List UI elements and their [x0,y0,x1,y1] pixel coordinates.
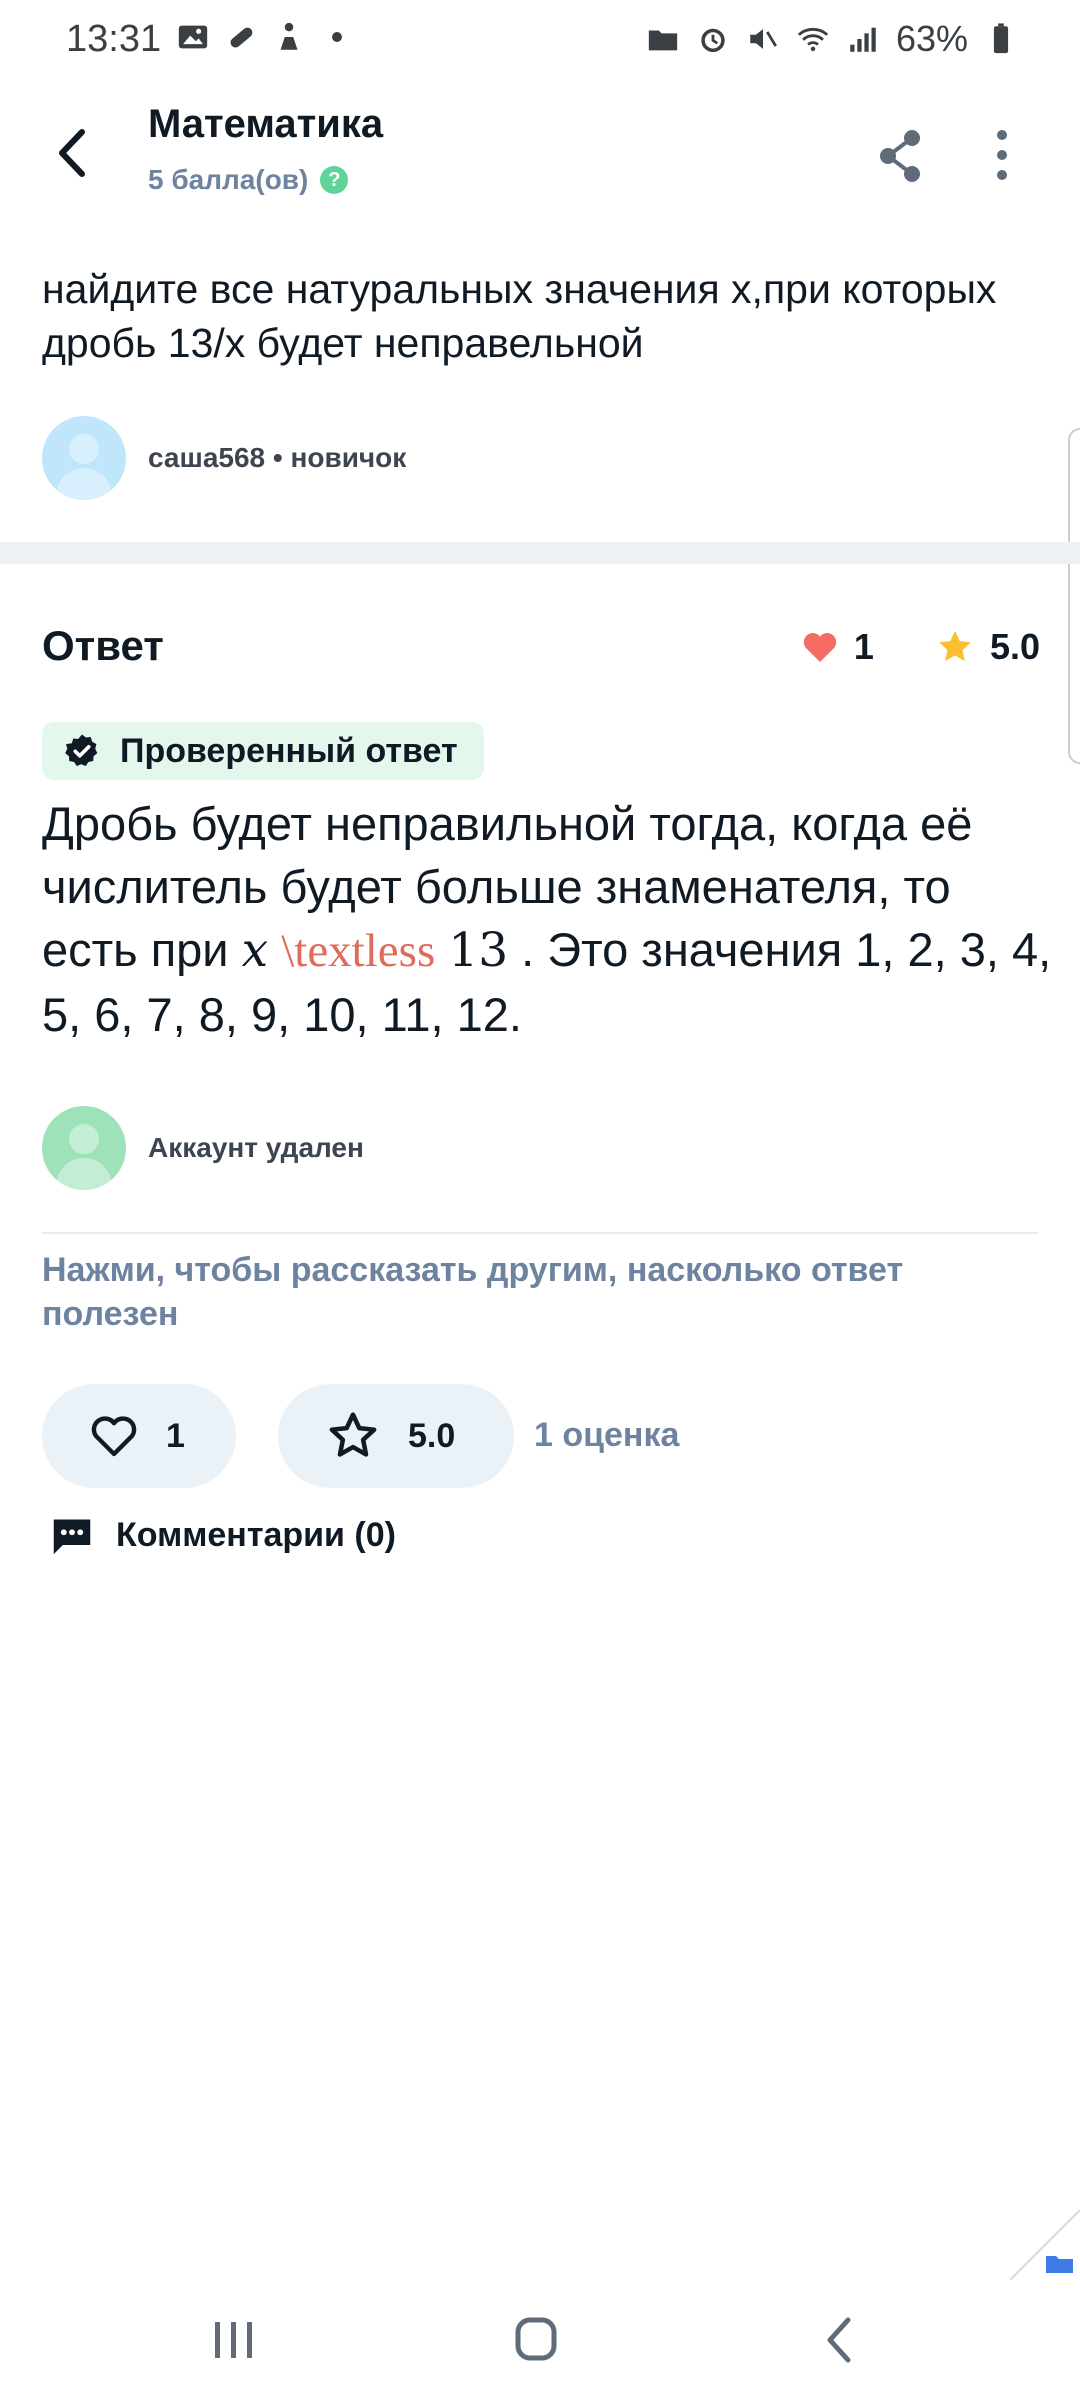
question-author[interactable]: саша568 • новичок [42,416,406,500]
figure-icon [272,20,306,54]
share-icon [880,130,920,182]
like-count: 1 [166,1416,185,1455]
app-header: Математика 5 балла(ов) ? [0,80,1080,220]
dot-icon [320,20,354,54]
divider [42,1232,1038,1234]
rating-value: 5.0 [408,1416,456,1455]
back-button[interactable] [44,118,104,188]
pill-icon [224,20,258,54]
help-icon[interactable]: ? [320,166,349,194]
section-divider [0,542,1080,564]
alarm-icon [696,22,730,56]
status-bar: 13:31 63% [0,0,1080,80]
status-notification-icons [176,20,354,54]
gallery-icon [176,20,210,54]
verified-label: Проверенный ответ [120,731,458,770]
answer-title: Ответ [42,622,164,669]
avatar[interactable] [42,416,126,500]
page-title: Математика [148,102,384,146]
avatar[interactable] [42,1106,126,1190]
back-arrow-icon [59,129,85,177]
recent-apps-button[interactable] [194,2310,274,2370]
more-options-button[interactable] [982,120,1022,190]
star-icon [939,630,971,662]
question-author-name[interactable]: саша568 • новичок [148,442,406,474]
status-system-icons: 63% [646,18,1018,60]
answer-author[interactable]: Аккаунт удален [42,1106,364,1190]
system-nav-bar [0,2280,1080,2400]
star-outline-icon [329,1412,377,1457]
corner-folder-badge[interactable] [1009,2209,1080,2281]
comments-label: Комментарии (0) [116,1515,396,1554]
more-vert-icon [997,130,1007,180]
like-button[interactable]: 1 [42,1384,236,1488]
home-button[interactable] [496,2310,576,2370]
answer-stats: 1 5.0 [802,626,1040,668]
share-button[interactable] [870,120,930,190]
comment-icon [53,1519,91,1555]
side-scroll-handle[interactable] [1068,428,1080,764]
heart-outline-icon [91,1416,137,1457]
folder-icon [646,22,680,56]
heart-icon [803,633,837,662]
battery-percent: 63% [895,18,968,59]
rating-count: 1 оценка [534,1416,680,1454]
points-label: 5 балла(ов) [148,164,309,195]
answer-likes: 1 [853,626,874,667]
comments-button[interactable]: Комментарии (0) [50,1514,396,1556]
home-icon [515,2317,557,2361]
answer-author-name[interactable]: Аккаунт удален [148,1132,364,1164]
math-variable: x [241,923,269,978]
answer-rating: 5.0 [989,626,1040,667]
corner-folder-icon [1009,2209,1080,2281]
battery-icon [984,22,1018,56]
mute-icon [746,22,780,56]
verified-icon [65,734,98,766]
nav-back-button[interactable] [800,2310,880,2370]
math-number: 13 [448,923,509,978]
math-render-error: \textless [281,925,436,977]
answer-text: Дробь будет неправильной тогда, когда её… [42,792,1052,1046]
signal-icon [846,22,880,56]
nav-back-icon [827,2317,851,2363]
rate-button[interactable]: 5.0 [278,1384,514,1488]
recent-apps-icon [215,2322,252,2358]
wifi-icon [796,22,830,56]
question-points: 5 балла(ов) ? [148,164,349,196]
rate-prompt: Нажми, чтобы рассказать другим, наскольк… [42,1251,904,1333]
verified-answer-badge: Проверенный ответ [42,722,484,780]
status-time: 13:31 [66,18,162,60]
question-text: найдите все натуральных значения х,при к… [42,266,997,366]
